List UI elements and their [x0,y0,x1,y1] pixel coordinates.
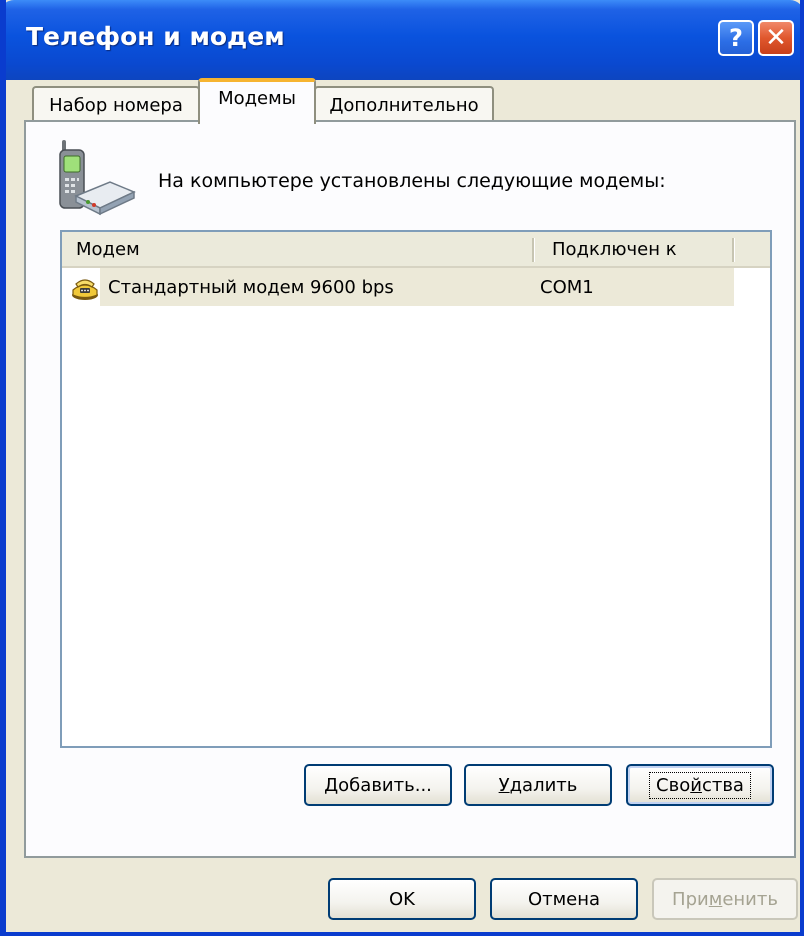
tab-modems[interactable]: Модемы [198,78,316,124]
column-divider[interactable] [532,238,535,262]
window-title: Телефон и модем [26,22,285,51]
close-icon: ✕ [765,23,787,53]
properties-button[interactable]: Свойства [626,764,774,806]
column-header-port[interactable]: Подключен к [552,232,677,266]
modem-port: COM1 [540,276,594,298]
modem-list[interactable]: Модем Подключен к Стандартный модем 9600… [60,230,772,748]
close-button[interactable]: ✕ [758,20,794,56]
intro-text: На компьютере установлены следующие моде… [158,170,666,192]
ok-button[interactable]: OK [328,878,476,920]
phone-modem-icon [59,140,136,216]
tab-label: Модемы [218,88,296,109]
tab-panel-modems: На компьютере установлены следующие моде… [24,120,796,858]
help-icon: ? [729,24,743,52]
tab-dialing-rules[interactable]: Набор номера [32,86,200,122]
column-header-modem[interactable]: Модем [76,232,140,266]
list-header: Модем Подключен к [62,232,770,268]
help-button[interactable]: ? [718,20,754,56]
add-button[interactable]: Добавить... [304,764,452,806]
title-bar[interactable]: Телефон и модем ? ✕ [6,0,800,80]
tab-label: Набор номера [49,94,183,116]
phone-modem-dialog: Телефон и модем ? ✕ Набор номера Модемы … [0,0,804,936]
cancel-button[interactable]: Отмена [490,878,638,920]
list-item[interactable]: Стандартный модем 9600 bps COM1 [70,268,738,306]
modem-name: Стандартный модем 9600 bps [108,276,394,298]
tab-advanced[interactable]: Дополнительно [314,86,494,122]
column-divider[interactable] [732,238,735,262]
remove-button[interactable]: Удалить [464,764,612,806]
apply-button[interactable]: При м енить [652,878,798,920]
focus-rect: Свойства [649,771,751,799]
tab-label: Дополнительно [329,94,479,116]
modem-icon [72,279,98,300]
